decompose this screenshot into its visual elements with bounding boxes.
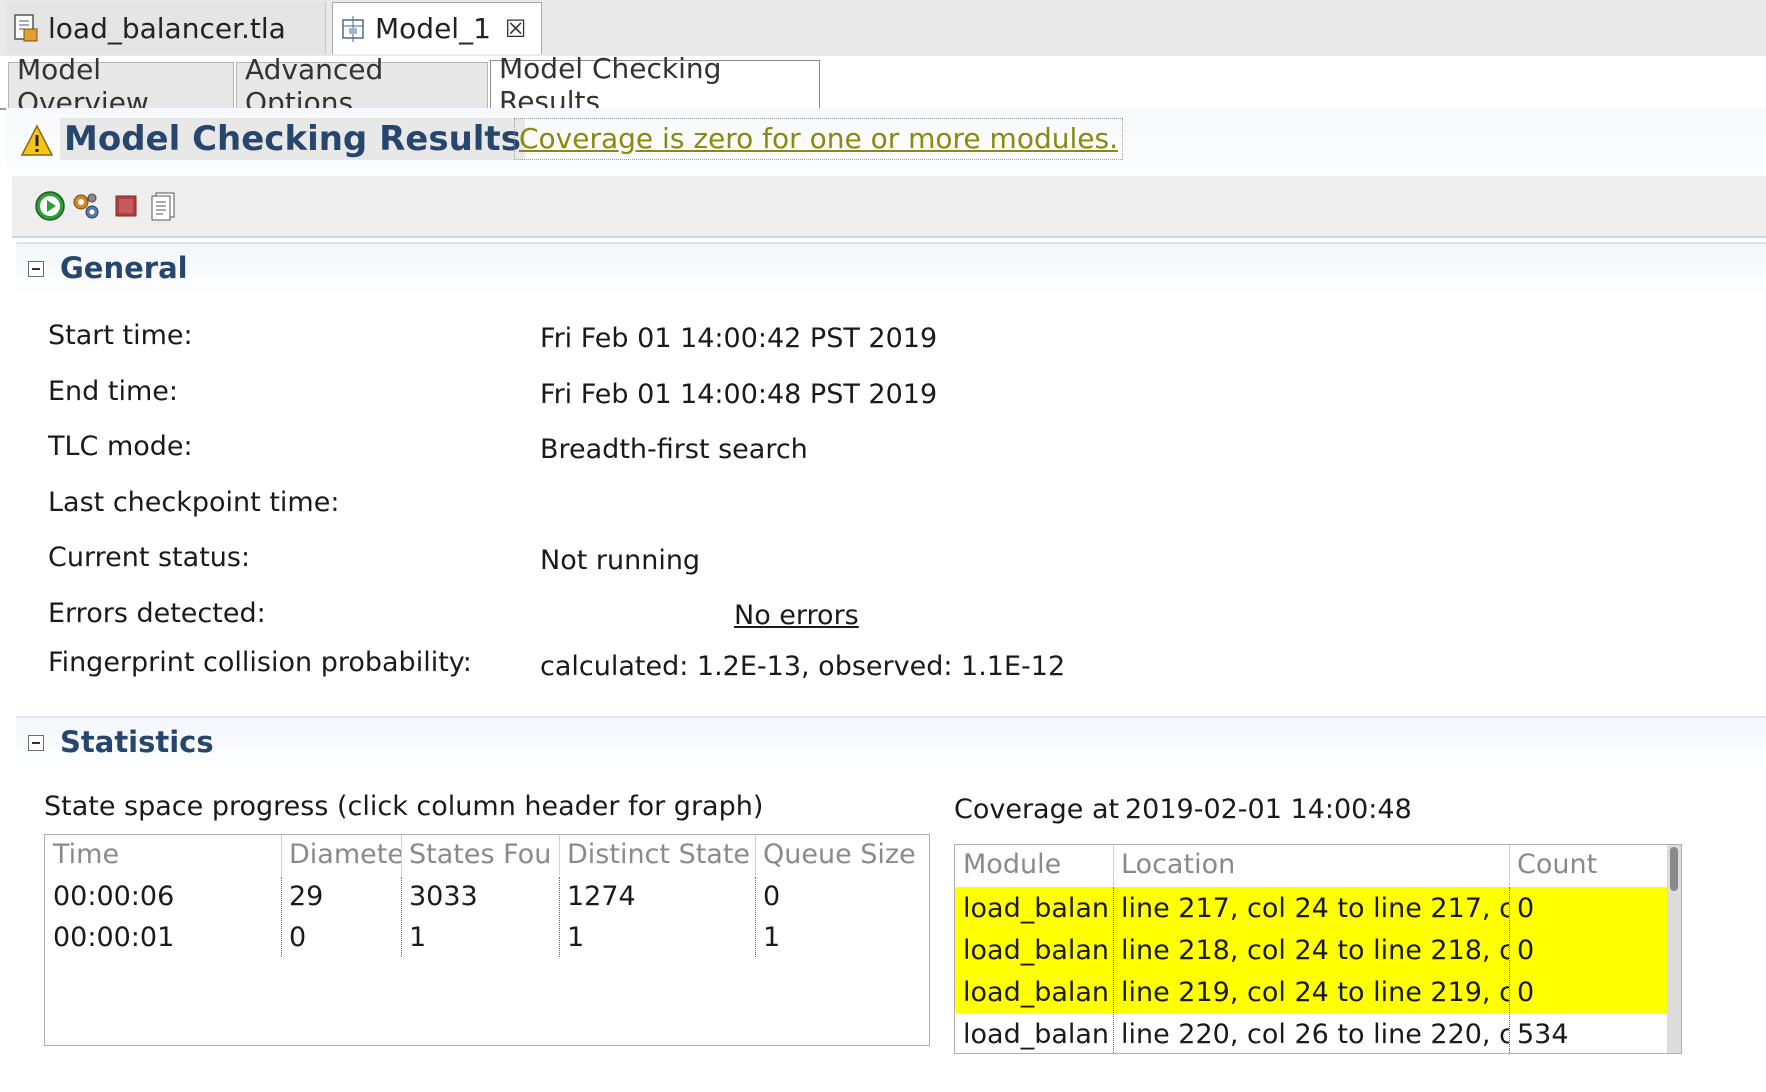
coverage-label: Coverage at (954, 794, 1120, 825)
fingerprint-label: Fingerprint collision probability: (48, 647, 472, 678)
column-header-module[interactable]: Module (955, 845, 1113, 885)
form-page-tabs: Model Overview Advanced Options Model Ch… (0, 52, 1766, 119)
table-cell: line 220, col 26 to line 220, col (1121, 1019, 1509, 1050)
run-icon[interactable] (34, 190, 66, 222)
table-cell: load_balan (963, 1019, 1110, 1050)
table-cell: 1 (567, 922, 585, 953)
column-header-time[interactable]: Time (45, 835, 281, 875)
collapse-icon[interactable] (28, 735, 44, 751)
start-time-value: Fri Feb 01 14:00:42 PST 2019 (540, 323, 938, 354)
table-cell: 00:00:06 (53, 881, 175, 912)
section-title-statistics: Statistics (60, 725, 214, 759)
table-cell: 1274 (567, 881, 636, 912)
column-header-distinct-states[interactable]: Distinct State (559, 835, 755, 875)
tla-file-icon (12, 13, 40, 43)
collapse-icon[interactable] (28, 261, 44, 277)
coverage-warning-link[interactable]: Coverage is zero for one or more modules… (514, 118, 1123, 160)
end-time-label: End time: (48, 376, 178, 407)
editor-tab-load-balancer[interactable]: load_balancer.tla (6, 2, 326, 54)
editor-tab-bar: load_balancer.tla Model_1 ☒ (0, 0, 1766, 58)
tab-advanced-options[interactable]: Advanced Options (236, 53, 488, 119)
vertical-scrollbar[interactable] (1667, 845, 1681, 1053)
table-cell: line 219, col 24 to line 219, col (1121, 977, 1509, 1008)
coverage-timestamp: 2019-02-01 14:00:48 (1125, 794, 1412, 825)
tlc-mode-value: Breadth-first search (540, 434, 808, 465)
table-cell: 0 (763, 881, 781, 912)
close-icon[interactable]: ☒ (505, 15, 527, 43)
last-checkpoint-label: Last checkpoint time: (48, 487, 340, 518)
table-cell: 0 (1517, 893, 1535, 924)
stop-icon[interactable] (110, 190, 142, 222)
editor-tab-model-1[interactable]: Model_1 ☒ (332, 2, 542, 54)
table-cell: 1 (763, 922, 781, 953)
results-toolbar (12, 176, 1766, 238)
configure-icon[interactable] (70, 190, 102, 222)
start-time-label: Start time: (48, 320, 193, 351)
table-cell: 0 (1517, 935, 1535, 966)
table-cell: 29 (289, 881, 324, 912)
editor-tab-label: Model_1 (375, 12, 491, 45)
table-cell: line 218, col 24 to line 218, col (1121, 935, 1509, 966)
progress-table[interactable]: Time Diamete States Fou Distinct State Q… (44, 834, 930, 1046)
table-cell: line 217, col 24 to line 217, col (1121, 893, 1509, 924)
table-cell: 534 (1517, 1019, 1569, 1050)
report-icon[interactable] (148, 190, 180, 222)
errors-detected-label: Errors detected: (48, 598, 266, 629)
general-section-header[interactable]: General (16, 242, 1766, 296)
table-cell: 0 (1517, 977, 1535, 1008)
current-status-label: Current status: (48, 542, 251, 573)
column-header-count[interactable]: Count (1509, 845, 1669, 885)
current-status-value: Not running (540, 545, 701, 576)
section-title-general: General (60, 251, 188, 285)
errors-link[interactable]: No errors (734, 600, 859, 631)
table-cell: 00:00:01 (53, 922, 175, 953)
page-title: Model Checking Results (60, 118, 525, 160)
tab-model-checking-results[interactable]: Model Checking Results (490, 52, 820, 118)
warning-icon (20, 124, 54, 156)
form-header: Model Checking Results Coverage is zero … (6, 108, 1766, 348)
editor-tab-label: load_balancer.tla (48, 11, 286, 45)
tlc-mode-label: TLC mode: (48, 431, 193, 462)
column-header-queue-size[interactable]: Queue Size (755, 835, 929, 875)
column-header-location[interactable]: Location (1113, 845, 1509, 885)
progress-caption: State space progress (click column heade… (44, 791, 764, 822)
end-time-value: Fri Feb 01 14:00:48 PST 2019 (540, 379, 938, 410)
model-icon (339, 14, 367, 44)
fingerprint-value: calculated: 1.2E-13, observed: 1.1E-12 (540, 651, 1066, 682)
coverage-table[interactable]: Module Location Count load_balan line 21… (954, 844, 1682, 1054)
table-cell: 1 (409, 922, 427, 953)
scrollbar-thumb[interactable] (1670, 847, 1678, 891)
table-cell: load_balan (963, 935, 1110, 966)
statistics-section-header[interactable]: Statistics (16, 716, 1766, 770)
column-header-states-found[interactable]: States Fou (401, 835, 559, 875)
table-cell: load_balan (963, 977, 1110, 1008)
column-header-diameter[interactable]: Diamete (281, 835, 401, 875)
table-cell: load_balan (963, 893, 1110, 924)
table-cell: 3033 (409, 881, 478, 912)
table-cell: 0 (289, 922, 307, 953)
tab-model-overview[interactable]: Model Overview (8, 53, 234, 119)
